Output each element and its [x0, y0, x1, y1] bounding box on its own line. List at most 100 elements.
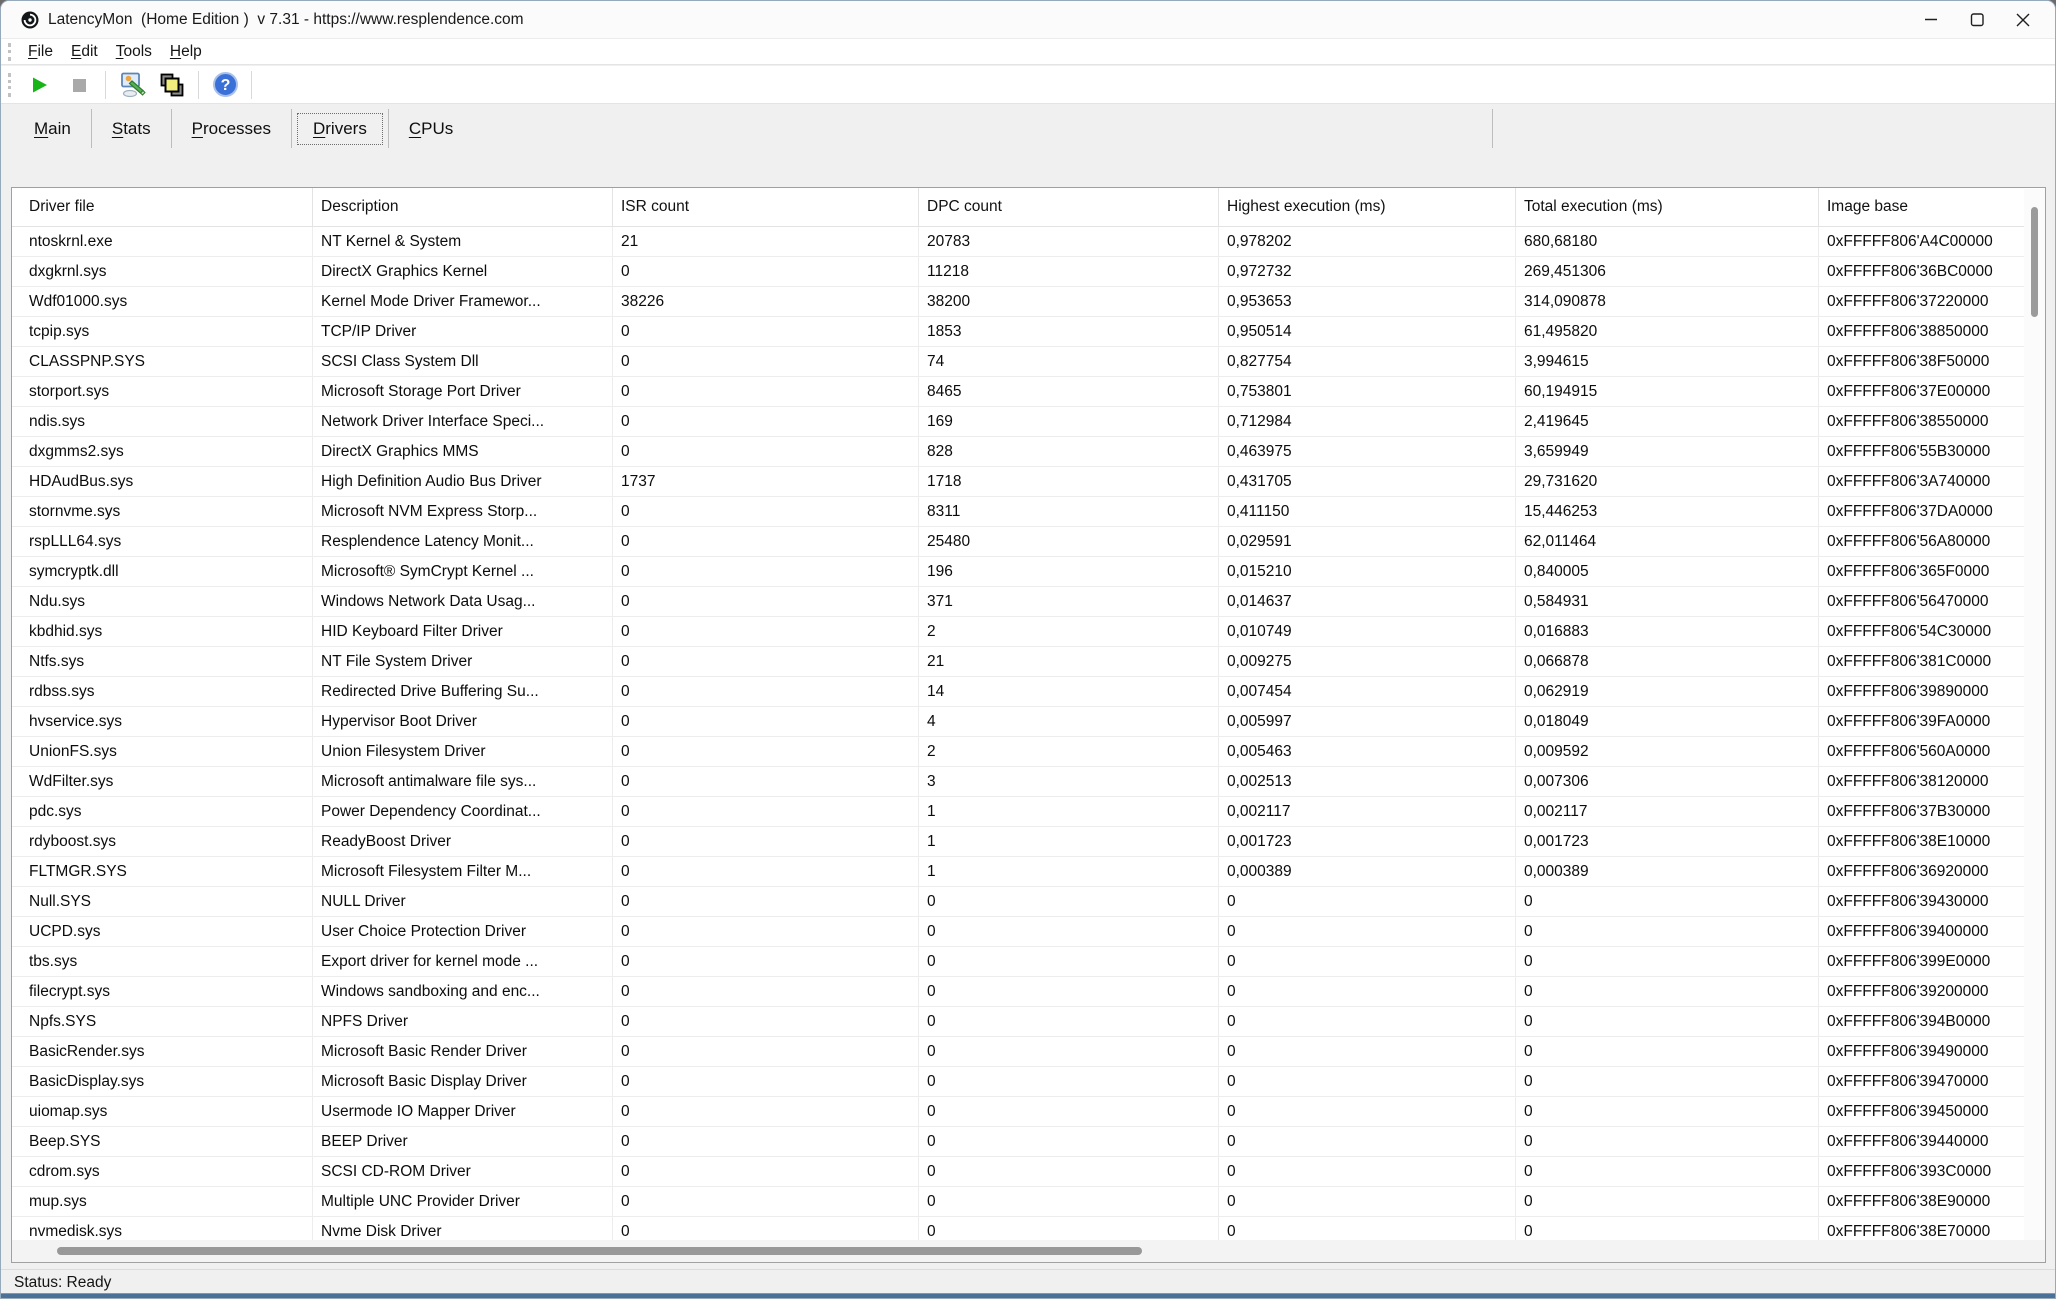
cell-total-execution: 62,011464 — [1516, 527, 1819, 557]
vertical-scrollbar[interactable] — [2024, 189, 2045, 1240]
cell-isr-count: 0 — [613, 377, 919, 407]
table-row[interactable]: ntoskrnl.exeNT Kernel & System21207830,9… — [12, 227, 2024, 257]
table-row[interactable]: pdc.sysPower Dependency Coordinat...010,… — [12, 797, 2024, 827]
cell-highest-execution: 0,712984 — [1219, 407, 1516, 437]
table-row[interactable]: symcryptk.dllMicrosoft® SymCrypt Kernel … — [12, 557, 2024, 587]
stop-button[interactable] — [62, 69, 96, 101]
cell-total-execution: 0 — [1516, 1187, 1819, 1217]
table-row[interactable]: rspLLL64.sysResplendence Latency Monit..… — [12, 527, 2024, 557]
table-row[interactable]: Ntfs.sysNT File System Driver0210,009275… — [12, 647, 2024, 677]
table-row[interactable]: Null.SYSNULL Driver00000xFFFFF806'394300… — [12, 887, 2024, 917]
vertical-scrollbar-thumb[interactable] — [2031, 207, 2038, 317]
toolbar-gripper[interactable] — [8, 73, 11, 97]
horizontal-scrollbar-thumb[interactable] — [57, 1247, 1142, 1255]
cell-highest-execution: 0 — [1219, 1187, 1516, 1217]
cell-driver-file: Wdf01000.sys — [12, 287, 313, 317]
table-row[interactable]: dxgkrnl.sysDirectX Graphics Kernel011218… — [12, 257, 2024, 287]
table-row[interactable]: stornvme.sysMicrosoft NVM Express Storp.… — [12, 497, 2024, 527]
cell-highest-execution: 0 — [1219, 1037, 1516, 1067]
cell-highest-execution: 0,953653 — [1219, 287, 1516, 317]
table-row[interactable]: CLASSPNP.SYSSCSI Class System Dll0740,82… — [12, 347, 2024, 377]
cell-total-execution: 0 — [1516, 1037, 1819, 1067]
cell-description: Microsoft Filesystem Filter M... — [313, 857, 613, 887]
menu-bar: FileEditTools Help — [1, 38, 2055, 65]
cell-highest-execution: 0,950514 — [1219, 317, 1516, 347]
cell-total-execution: 0,066878 — [1516, 647, 1819, 677]
menu-item-tools[interactable]: Tools — [107, 39, 161, 64]
cell-total-execution: 0 — [1516, 977, 1819, 1007]
table-row[interactable]: nvmedisk.sysNvme Disk Driver00000xFFFFF8… — [12, 1217, 2024, 1240]
table-row[interactable]: cdrom.sysSCSI CD-ROM Driver00000xFFFFF80… — [12, 1157, 2024, 1187]
menu-item-label: Help — [170, 39, 202, 64]
table-row[interactable]: BasicRender.sysMicrosoft Basic Render Dr… — [12, 1037, 2024, 1067]
table-row[interactable]: uiomap.sysUsermode IO Mapper Driver00000… — [12, 1097, 2024, 1127]
column-header-total-execution[interactable]: Total execution (ms) — [1516, 188, 1819, 227]
table-row[interactable]: hvservice.sysHypervisor Boot Driver040,0… — [12, 707, 2024, 737]
cell-highest-execution: 0,009275 — [1219, 647, 1516, 677]
close-button[interactable] — [2000, 1, 2046, 38]
table-row[interactable]: filecrypt.sysWindows sandboxing and enc.… — [12, 977, 2024, 1007]
column-header-highest-execution[interactable]: Highest execution (ms) — [1219, 188, 1516, 227]
play-button[interactable] — [22, 69, 56, 101]
cell-driver-file: ntoskrnl.exe — [12, 227, 313, 257]
column-header-description[interactable]: Description — [313, 188, 613, 227]
copy-button[interactable] — [155, 69, 189, 101]
cell-description: SCSI Class System Dll — [313, 347, 613, 377]
table-row[interactable]: Beep.SYSBEEP Driver00000xFFFFF806'394400… — [12, 1127, 2024, 1157]
column-header-isr-count[interactable]: ISR count — [613, 188, 919, 227]
maximize-button[interactable] — [1954, 1, 2000, 38]
menubar-gripper[interactable] — [8, 43, 11, 61]
cell-dpc-count: 2 — [919, 737, 1219, 767]
tab-processes[interactable]: Processes — [177, 114, 286, 144]
table-row[interactable]: UnionFS.sysUnion Filesystem Driver020,00… — [12, 737, 2024, 767]
tab-label: Main — [34, 119, 71, 139]
cell-driver-file: BasicDisplay.sys — [12, 1067, 313, 1097]
minimize-button[interactable] — [1908, 1, 1954, 38]
table-row[interactable]: UCPD.sysUser Choice Protection Driver000… — [12, 917, 2024, 947]
table-row[interactable]: BasicDisplay.sysMicrosoft Basic Display … — [12, 1067, 2024, 1097]
help-button[interactable]: ? — [208, 69, 242, 101]
table-row[interactable]: HDAudBus.sysHigh Definition Audio Bus Dr… — [12, 467, 2024, 497]
menu-item-file[interactable]: File — [19, 39, 62, 64]
cell-dpc-count: 0 — [919, 1187, 1219, 1217]
table-row[interactable]: tcpip.sysTCP/IP Driver018530,95051461,49… — [12, 317, 2024, 347]
table-row[interactable]: rdbss.sysRedirected Drive Buffering Su..… — [12, 677, 2024, 707]
cell-total-execution: 15,446253 — [1516, 497, 1819, 527]
tab-stats[interactable]: Stats — [97, 114, 166, 144]
cell-driver-file: rspLLL64.sys — [12, 527, 313, 557]
cell-highest-execution: 0 — [1219, 1007, 1516, 1037]
title-bar[interactable]: LatencyMon (Home Edition ) v 7.31 - http… — [1, 1, 2055, 38]
table-row[interactable]: tbs.sysExport driver for kernel mode ...… — [12, 947, 2024, 977]
cell-image-base: 0xFFFFF806'56A80000 — [1819, 527, 2024, 557]
table-row[interactable]: ndis.sysNetwork Driver Interface Speci..… — [12, 407, 2024, 437]
cell-driver-file: BasicRender.sys — [12, 1037, 313, 1067]
options-button[interactable] — [115, 69, 149, 101]
table-row[interactable]: Npfs.SYSNPFS Driver00000xFFFFF806'394B00… — [12, 1007, 2024, 1037]
menu-item-help[interactable]: Help — [161, 39, 211, 64]
copy-icon — [158, 71, 186, 99]
tab-cpus[interactable]: CPUs — [394, 114, 468, 144]
menu-item-edit[interactable]: Edit — [62, 39, 107, 64]
table-row[interactable]: Wdf01000.sysKernel Mode Driver Framewor.… — [12, 287, 2024, 317]
tab-main[interactable]: Main — [19, 114, 86, 144]
table-row[interactable]: dxgmms2.sysDirectX Graphics MMS08280,463… — [12, 437, 2024, 467]
cell-total-execution: 314,090878 — [1516, 287, 1819, 317]
table-row[interactable]: WdFilter.sysMicrosoft antimalware file s… — [12, 767, 2024, 797]
horizontal-scrollbar[interactable] — [12, 1240, 2045, 1262]
cell-total-execution: 0 — [1516, 887, 1819, 917]
column-header-image-base[interactable]: Image base — [1819, 188, 2044, 227]
cell-driver-file: FLTMGR.SYS — [12, 857, 313, 887]
stop-icon — [67, 73, 91, 97]
table-row[interactable]: Ndu.sysWindows Network Data Usag...03710… — [12, 587, 2024, 617]
cell-image-base: 0xFFFFF806'56470000 — [1819, 587, 2024, 617]
table-row[interactable]: mup.sysMultiple UNC Provider Driver00000… — [12, 1187, 2024, 1217]
column-header-dpc-count[interactable]: DPC count — [919, 188, 1219, 227]
column-header-driver-file[interactable]: Driver file — [12, 188, 313, 227]
cell-description: User Choice Protection Driver — [313, 917, 613, 947]
table-row[interactable]: rdyboost.sysReadyBoost Driver010,0017230… — [12, 827, 2024, 857]
cell-description: Resplendence Latency Monit... — [313, 527, 613, 557]
table-row[interactable]: FLTMGR.SYSMicrosoft Filesystem Filter M.… — [12, 857, 2024, 887]
table-row[interactable]: kbdhid.sysHID Keyboard Filter Driver020,… — [12, 617, 2024, 647]
table-row[interactable]: storport.sysMicrosoft Storage Port Drive… — [12, 377, 2024, 407]
tab-drivers[interactable]: Drivers — [297, 113, 383, 145]
